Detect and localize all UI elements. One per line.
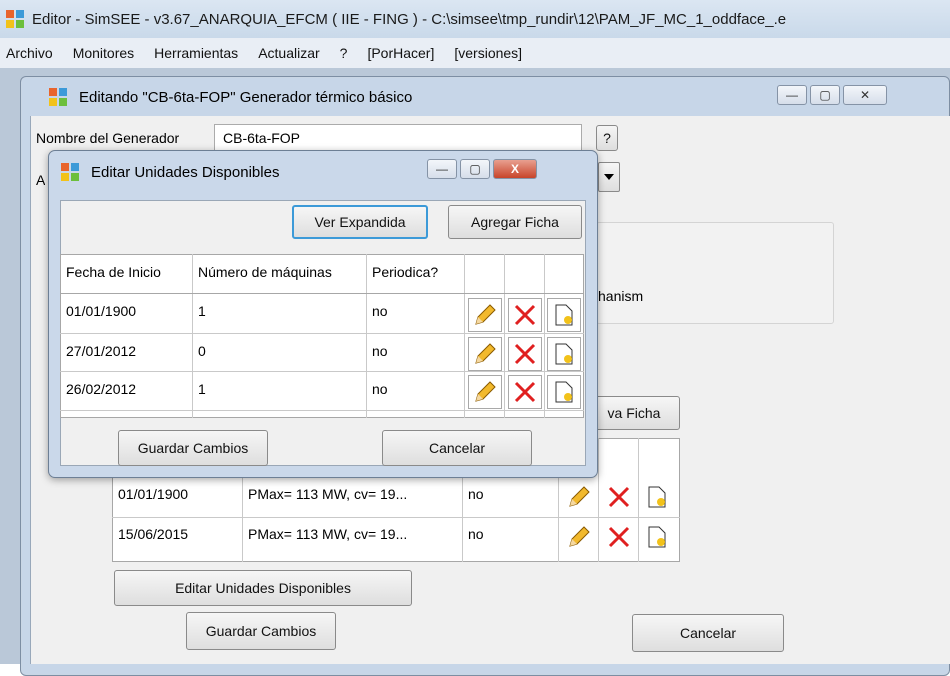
simsee-logo-icon	[49, 88, 67, 106]
delete-x-icon[interactable]	[602, 520, 636, 554]
copy-doc-icon[interactable]	[640, 520, 674, 554]
gen-row-2-desc: PMax= 113 MW, cv= 19...	[248, 526, 408, 542]
partial-field-label: A	[36, 172, 46, 188]
minimize-button[interactable]: —	[427, 159, 457, 179]
menu-versiones[interactable]: [versiones]	[454, 45, 522, 61]
gen-row-2-periodic: no	[468, 526, 484, 542]
simsee-logo-icon	[61, 163, 79, 181]
copy-doc-icon[interactable]	[640, 480, 674, 514]
ud-row-2-periodic: no	[372, 343, 388, 359]
edit-pencil-icon[interactable]	[468, 298, 502, 332]
delete-x-icon[interactable]	[508, 337, 542, 371]
menu-help[interactable]: ?	[340, 45, 348, 61]
menu-actualizar[interactable]: Actualizar	[258, 45, 319, 61]
units-dialog-title: Editar Unidades Disponibles	[91, 163, 280, 181]
close-button[interactable]: X	[493, 159, 537, 179]
col-header-start-date[interactable]: Fecha de Inicio	[66, 264, 161, 280]
edit-pencil-icon[interactable]	[468, 375, 502, 409]
units-dialog-titlebar[interactable]: Editar Unidades Disponibles	[61, 163, 279, 181]
ud-row-1-date: 01/01/1900	[66, 303, 137, 319]
menu-porhacer[interactable]: [PorHacer]	[367, 45, 434, 61]
delete-x-icon[interactable]	[602, 480, 636, 514]
menu-bar: Archivo Monitores Herramientas Actualiza…	[0, 38, 950, 68]
ud-row-1-machines: 1	[198, 303, 206, 319]
edit-units-button[interactable]: Editar Unidades Disponibles	[114, 570, 412, 606]
generator-name-input[interactable]: CB-6ta-FOP	[214, 124, 582, 152]
generator-window-title: Editando "CB-6ta-FOP" Generador térmico …	[79, 88, 413, 106]
col-header-periodic[interactable]: Periodica?	[372, 264, 438, 280]
gen-row-1-periodic: no	[468, 486, 484, 502]
minimize-button[interactable]: —	[777, 85, 807, 105]
gen-row-1-desc: PMax= 113 MW, cv= 19...	[248, 486, 408, 502]
add-ficha-button[interactable]: Agregar Ficha	[448, 205, 582, 239]
help-button[interactable]: ?	[596, 125, 618, 151]
edit-pencil-icon[interactable]	[468, 337, 502, 371]
ud-row-2-date: 27/01/2012	[66, 343, 137, 359]
edit-pencil-icon[interactable]	[562, 520, 596, 554]
gen-row-1-date: 01/01/1900	[118, 486, 189, 502]
edit-pencil-icon[interactable]	[562, 480, 596, 514]
ud-cancel-button[interactable]: Cancelar	[382, 430, 532, 466]
close-button[interactable]: ✕	[843, 85, 887, 105]
ud-row-1-periodic: no	[372, 303, 388, 319]
mechanism-group	[596, 222, 834, 324]
view-expanded-button[interactable]: Ver Expandida	[292, 205, 428, 239]
ud-row-3-periodic: no	[372, 381, 388, 397]
ud-save-button[interactable]: Guardar Cambios	[118, 430, 268, 466]
gen-row-2-date: 15/06/2015	[118, 526, 189, 542]
generator-name-label: Nombre del Generador	[36, 130, 180, 146]
menu-herramientas[interactable]: Herramientas	[154, 45, 238, 61]
maximize-button[interactable]: ▢	[810, 85, 840, 105]
delete-x-icon[interactable]	[508, 375, 542, 409]
simsee-logo-icon	[6, 10, 24, 28]
gen-save-button[interactable]: Guardar Cambios	[186, 612, 336, 650]
menu-archivo[interactable]: Archivo	[6, 45, 53, 61]
dropdown-arrow-icon[interactable]	[598, 162, 620, 192]
ud-row-2-machines: 0	[198, 343, 206, 359]
copy-doc-icon[interactable]	[547, 298, 581, 332]
gen-cancel-button[interactable]: Cancelar	[632, 614, 784, 652]
nueva-ficha-button[interactable]: va Ficha	[588, 396, 680, 430]
delete-x-icon[interactable]	[508, 298, 542, 332]
copy-doc-icon[interactable]	[547, 375, 581, 409]
copy-doc-icon[interactable]	[547, 337, 581, 371]
menu-monitores[interactable]: Monitores	[73, 45, 134, 61]
app-title: Editor - SimSEE - v3.67_ANARQUIA_EFCM ( …	[32, 10, 787, 28]
maximize-button[interactable]: ▢	[460, 159, 490, 179]
mechanism-label: hanism	[598, 288, 644, 304]
ud-row-3-date: 26/02/2012	[66, 381, 137, 397]
ud-row-3-machines: 1	[198, 381, 206, 397]
col-header-machines[interactable]: Número de máquinas	[198, 264, 332, 280]
app-title-bar: Editor - SimSEE - v3.67_ANARQUIA_EFCM ( …	[0, 0, 950, 38]
